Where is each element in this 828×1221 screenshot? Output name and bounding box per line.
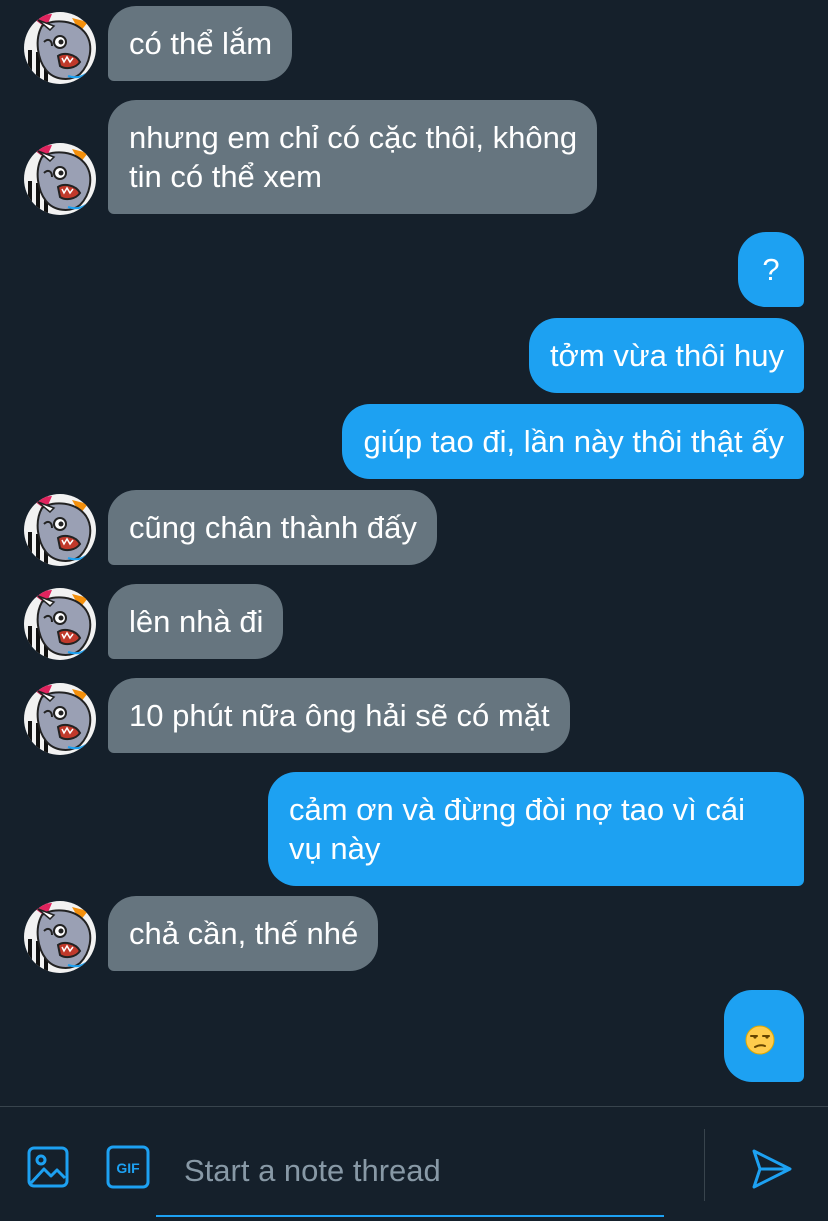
gif-label: GIF	[116, 1160, 140, 1176]
message-bubble-incoming[interactable]: nhưng em chỉ có cặc thôi, không tin có t…	[108, 100, 598, 214]
message-text: lên nhà đi	[129, 604, 264, 639]
unamused-face-emoji	[745, 1025, 775, 1055]
message-bubble-incoming[interactable]: lên nhà đi	[108, 584, 284, 659]
message-bubble-outgoing[interactable]: cảm ơn và đừng đòi nợ tao vì cái vụ này	[268, 772, 804, 886]
message-text-line: vụ này	[289, 831, 381, 866]
message-bubble-outgoing[interactable]	[724, 990, 804, 1082]
message-text: cũng chân thành đấy	[129, 510, 417, 545]
message-bubble-incoming[interactable]: có thể lắm	[108, 6, 293, 81]
message-text: ?	[762, 252, 780, 287]
avatar[interactable]	[24, 12, 96, 84]
avatar[interactable]	[24, 494, 96, 566]
message-bubble-incoming[interactable]: cũng chân thành đấy	[108, 490, 437, 565]
note-thread-input-wrapper	[156, 1127, 664, 1217]
message-text-line: nhưng em chỉ có cặc thôi, không	[129, 120, 578, 155]
message-text-line: cảm ơn và đừng đòi nợ tao vì cái	[289, 792, 746, 827]
message-bubble-outgoing[interactable]: tởm vừa thôi huy	[528, 318, 804, 393]
image-icon[interactable]	[24, 1143, 72, 1191]
message-bubble-outgoing[interactable]: giúp tao đi, lần này thôi thật ấy	[342, 404, 804, 479]
message-bubble-outgoing[interactable]: ?	[738, 232, 804, 307]
message-thread[interactable]: có thể lắm nhưng em chỉ có cặc thôi, khô…	[0, 0, 828, 1106]
send-button[interactable]	[748, 1145, 796, 1193]
dm-conversation-screen: có thể lắm nhưng em chỉ có cặc thôi, khô…	[0, 0, 828, 1221]
avatar[interactable]	[24, 588, 96, 660]
note-thread-input[interactable]	[184, 1149, 654, 1193]
message-text: giúp tao đi, lần này thôi thật ấy	[363, 424, 784, 459]
message-text: 10 phút nữa ông hải sẽ có mặt	[129, 698, 550, 733]
message-text: tởm vừa thôi huy	[549, 338, 784, 373]
message-text-line: tin có thể xem	[129, 159, 322, 194]
message-text: có thể lắm	[129, 26, 273, 61]
message-text: chả cần, thế nhé	[129, 916, 359, 951]
avatar[interactable]	[24, 901, 96, 973]
message-bubble-incoming[interactable]: 10 phút nữa ông hải sẽ có mặt	[108, 678, 570, 753]
composer-divider	[704, 1129, 705, 1201]
avatar[interactable]	[24, 683, 96, 755]
send-icon	[752, 1149, 792, 1189]
gif-icon[interactable]: GIF	[104, 1143, 152, 1191]
message-bubble-incoming[interactable]: chả cần, thế nhé	[108, 896, 379, 971]
message-composer: GIF	[0, 1106, 828, 1221]
avatar[interactable]	[24, 143, 96, 215]
